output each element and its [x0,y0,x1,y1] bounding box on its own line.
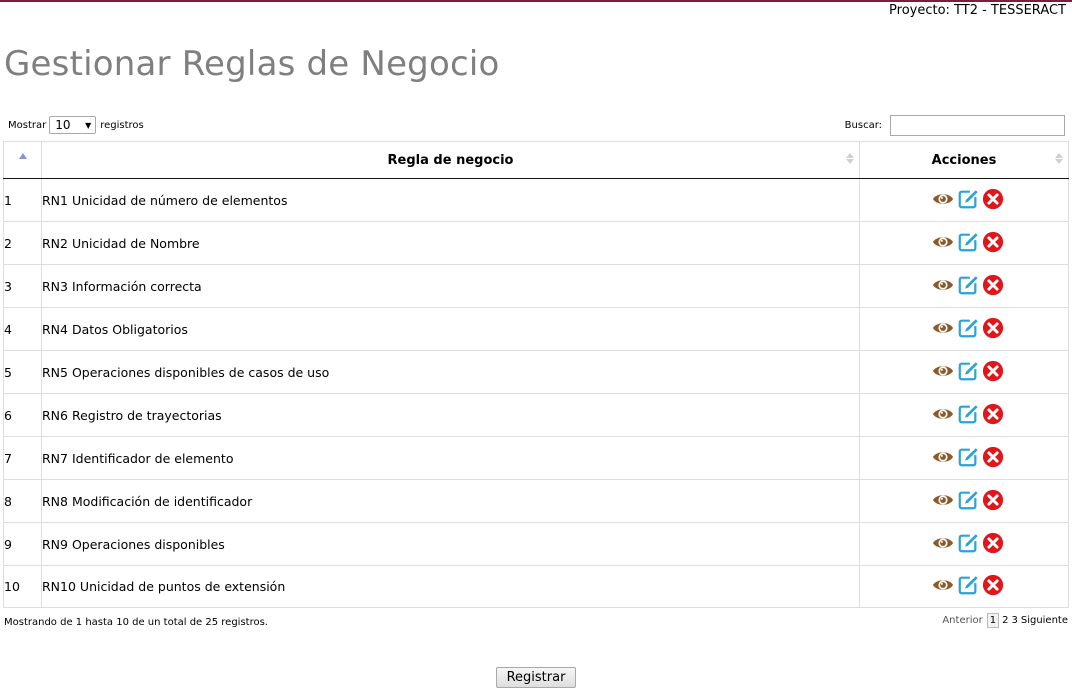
edit-icon[interactable] [957,446,979,468]
eye-icon[interactable] [932,360,954,382]
eye-icon[interactable] [932,403,954,425]
row-actions [859,565,1069,608]
search-label: Buscar: [844,120,882,131]
rule-name: RN3 Información correcta [41,264,860,308]
rule-name: RN4 Datos Obligatorios [41,307,860,351]
row-number: 3 [3,264,42,308]
page-link-3[interactable]: 3 [1011,615,1017,626]
rule-name: RN1 Unicidad de número de elementos [41,178,860,222]
edit-icon[interactable] [957,274,979,296]
row-actions [859,178,1069,222]
sort-both-icon [1055,153,1063,164]
table-row: 8 RN8 Modificación de identificador [3,479,1069,523]
rule-name: RN5 Operaciones disponibles de casos de … [41,350,860,394]
row-number: 6 [3,393,42,437]
pagination: Anterior 1 2 3 Siguiente [942,613,1068,628]
delete-icon[interactable] [982,317,1004,339]
edit-icon[interactable] [957,489,979,511]
row-actions [859,307,1069,351]
row-actions [859,350,1069,394]
rule-name: RN10 Unicidad de puntos de extensión [41,565,860,608]
row-number: 5 [3,350,42,394]
table-row: 7 RN7 Identificador de elemento [3,436,1069,480]
page-size-select[interactable]: 10 ▼ [49,116,97,134]
delete-icon[interactable] [982,403,1004,425]
sort-both-icon [846,153,854,164]
business-rules-table: Regla de negocio Acciones 1 RN1 Unicidad … [3,141,1069,608]
row-actions [859,479,1069,523]
top-accent-line [0,0,1072,2]
next-page-link[interactable]: Siguiente [1021,615,1068,626]
eye-icon[interactable] [932,188,954,210]
prev-page-link[interactable]: Anterior [942,615,982,626]
records-label: registros [100,119,144,131]
eye-icon[interactable] [932,231,954,253]
show-label: Mostrar [8,119,47,131]
row-number: 9 [3,522,42,566]
delete-icon[interactable] [982,574,1004,596]
edit-icon[interactable] [957,188,979,210]
row-number: 8 [3,479,42,523]
eye-icon[interactable] [932,274,954,296]
row-number: 4 [3,307,42,351]
edit-icon[interactable] [957,231,979,253]
page-size-control: Mostrar 10 ▼ registros [8,116,144,134]
column-header-actions-label: Acciones [931,152,997,168]
eye-icon[interactable] [932,489,954,511]
rule-name: RN9 Operaciones disponibles [41,522,860,566]
rule-name: RN6 Registro de trayectorias [41,393,860,437]
row-actions [859,264,1069,308]
delete-icon[interactable] [982,446,1004,468]
eye-icon[interactable] [932,574,954,596]
table-row: 2 RN2 Unicidad de Nombre [3,221,1069,265]
sort-ascending-icon [18,153,27,159]
edit-icon[interactable] [957,403,979,425]
delete-icon[interactable] [982,532,1004,554]
table-row: 9 RN9 Operaciones disponibles [3,522,1069,566]
register-button[interactable]: Registrar [496,667,576,688]
row-actions [859,522,1069,566]
table-row: 1 RN1 Unicidad de número de elementos [3,178,1069,222]
row-actions [859,436,1069,480]
column-header-rule[interactable]: Regla de negocio [41,141,860,179]
eye-icon[interactable] [932,317,954,339]
column-header-actions[interactable]: Acciones [859,141,1069,179]
table-row: 3 RN3 Información correcta [3,264,1069,308]
row-actions [859,221,1069,265]
table-row: 5 RN5 Operaciones disponibles de casos de… [3,350,1069,394]
delete-icon[interactable] [982,489,1004,511]
column-header-rule-label: Regla de negocio [387,152,514,168]
page-link-2[interactable]: 2 [1002,615,1008,626]
row-number: 7 [3,436,42,480]
delete-icon[interactable] [982,274,1004,296]
page-link-1[interactable]: 1 [986,613,1000,628]
project-name: Proyecto: TT2 - TESSERACT [889,3,1066,18]
row-number: 10 [3,565,42,608]
page-title: Gestionar Reglas de Negocio [4,44,500,84]
column-header-number[interactable] [3,141,42,179]
eye-icon[interactable] [932,446,954,468]
delete-icon[interactable] [982,231,1004,253]
edit-icon[interactable] [957,360,979,382]
page-size-value: 10 [55,118,71,132]
table-info: Mostrando de 1 hasta 10 de un total de 2… [4,617,268,628]
rule-name: RN8 Modificación de identificador [41,479,860,523]
edit-icon[interactable] [957,532,979,554]
delete-icon[interactable] [982,360,1004,382]
table-row: 4 RN4 Datos Obligatorios [3,307,1069,351]
row-number: 2 [3,221,42,265]
search-input[interactable] [890,115,1065,136]
edit-icon[interactable] [957,317,979,339]
chevron-down-icon: ▼ [85,120,92,130]
rule-name: RN2 Unicidad de Nombre [41,221,860,265]
table-row: 10 RN10 Unicidad de puntos de extensión [3,565,1069,608]
table-row: 6 RN6 Registro de trayectorias [3,393,1069,437]
search-control: Buscar: [845,115,1065,136]
row-actions [859,393,1069,437]
delete-icon[interactable] [982,188,1004,210]
rule-name: RN7 Identificador de elemento [41,436,860,480]
edit-icon[interactable] [957,574,979,596]
eye-icon[interactable] [932,532,954,554]
row-number: 1 [3,178,42,222]
